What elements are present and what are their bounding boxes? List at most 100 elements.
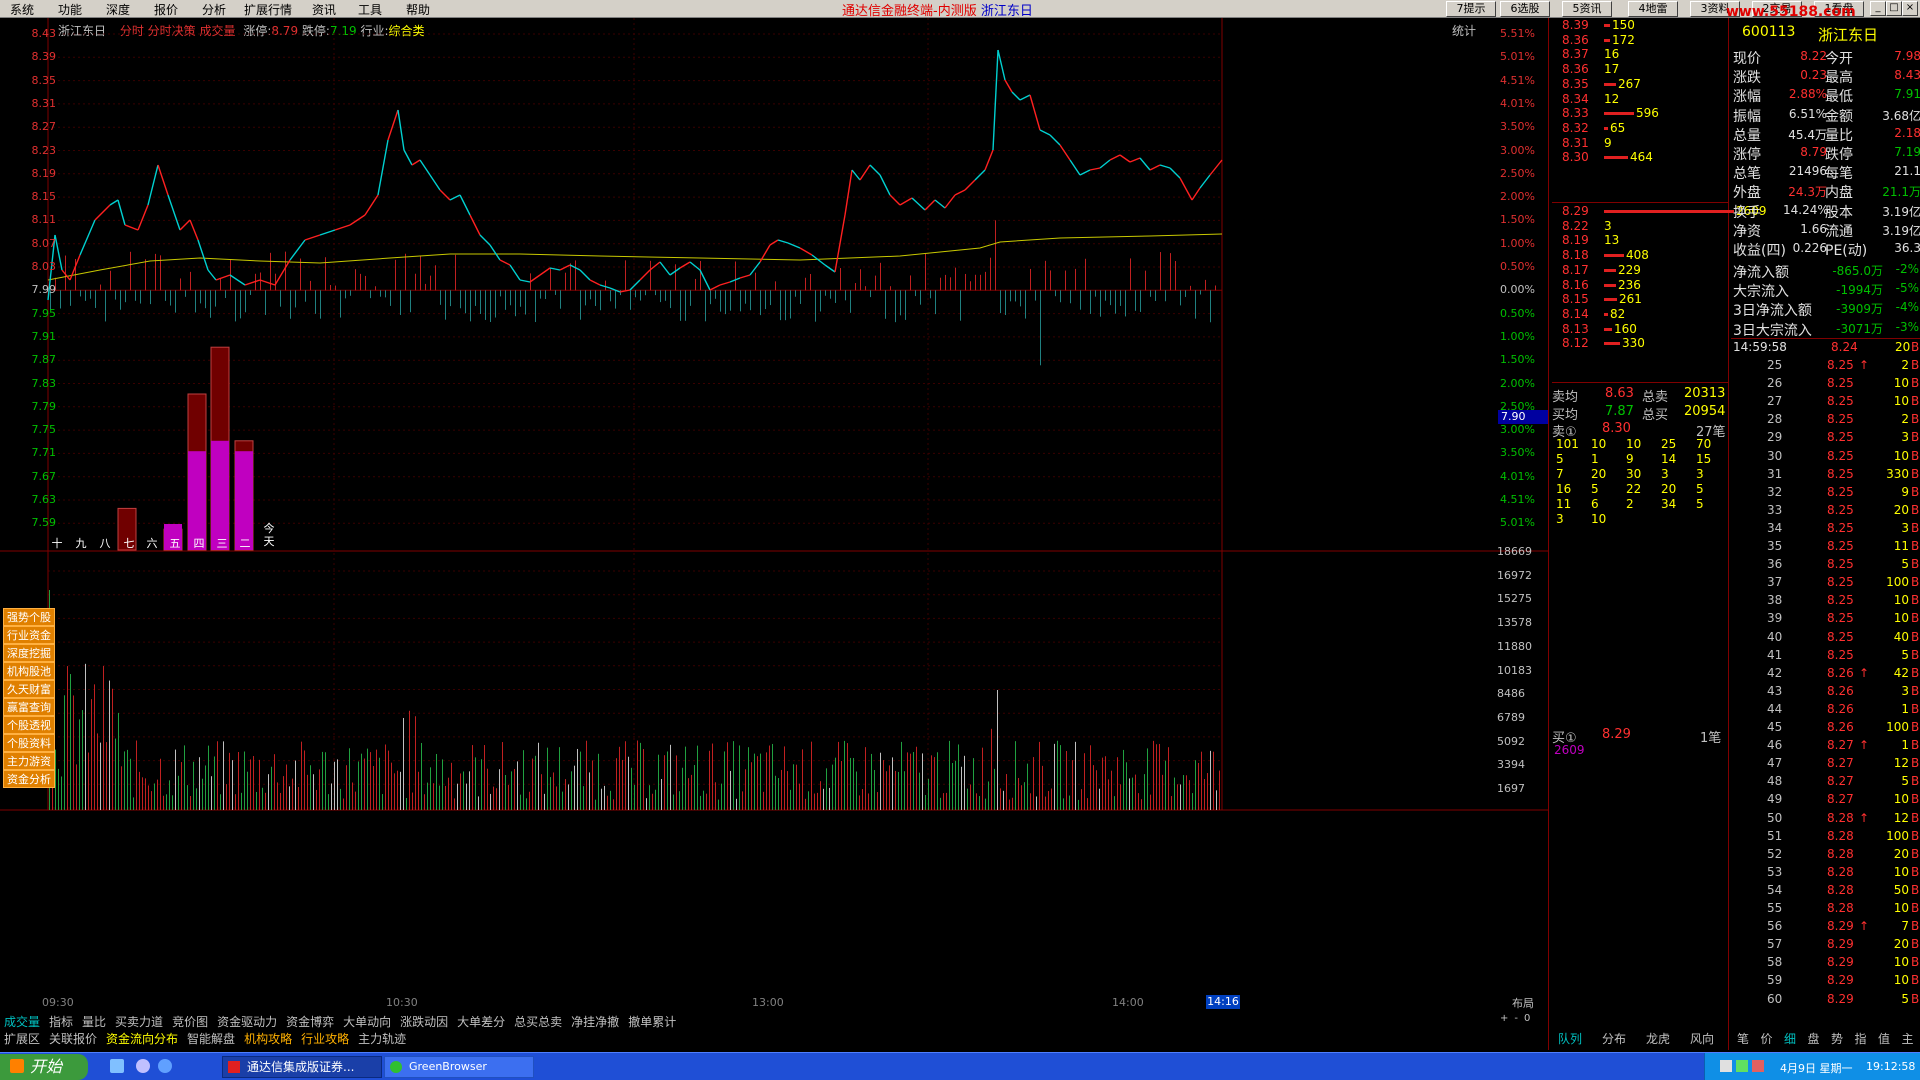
asks-row: 8.33 596 [1562, 106, 1659, 120]
tray-icon[interactable] [1736, 1060, 1748, 1072]
ratio-bar [895, 290, 896, 323]
volume-bar [334, 761, 335, 810]
indicator-tab-8[interactable]: 涨跌动因 [400, 1013, 448, 1030]
toolbar-select-button[interactable]: 6选股 [1500, 1, 1550, 17]
indicator-tab-12[interactable]: 撤单累计 [628, 1013, 676, 1030]
menu-help[interactable]: 帮助 [406, 1, 430, 18]
task-tdx[interactable]: 通达信集成版证券... [222, 1056, 382, 1078]
quote-tab-7[interactable]: 主 [1902, 1030, 1914, 1047]
toolbar-tip-button[interactable]: 7提示 [1446, 1, 1496, 17]
indicator-tab-6[interactable]: 资金博弈 [286, 1013, 334, 1030]
bids-row: 8.19 13 [1562, 233, 1619, 247]
quote-tab-3[interactable]: 盘 [1808, 1030, 1820, 1047]
menu-quote[interactable]: 报价 [154, 1, 178, 18]
browser-icon[interactable] [136, 1059, 150, 1073]
indicator-tab-4[interactable]: 竞价图 [172, 1013, 208, 1030]
quote-tab-2[interactable]: 细 [1784, 1030, 1796, 1047]
intraday-chart[interactable] [0, 18, 1550, 1018]
minimize-button[interactable]: _ [1870, 1, 1886, 16]
quote-cell: 总笔 [1733, 166, 1761, 183]
ratio-bar [605, 280, 606, 291]
volume-bar [667, 751, 668, 810]
price-segment [549, 267, 561, 271]
ratio-bar [495, 290, 496, 318]
queue-cell: 11 [1556, 497, 1572, 511]
extension-tab-6[interactable]: 主力轨迹 [358, 1030, 406, 1047]
side-button-5[interactable]: 赢富查询 [3, 698, 55, 716]
quote-tab-6[interactable]: 值 [1878, 1030, 1890, 1047]
tick-cell: 11 [1893, 539, 1909, 553]
side-button-7[interactable]: 个股资料 [3, 734, 55, 752]
task-greenbrowser[interactable]: GreenBrowser [384, 1056, 534, 1078]
menu-system[interactable]: 系统 [10, 1, 34, 18]
indicator-tab-1[interactable]: 指标 [49, 1013, 73, 1030]
tick-cell: B [1911, 973, 1920, 988]
order-book-tab-2[interactable]: 龙虎 [1646, 1030, 1670, 1047]
tray-icon[interactable] [1752, 1060, 1764, 1072]
extension-tab-1[interactable]: 关联报价 [49, 1030, 97, 1047]
side-button-8[interactable]: 主力游资 [3, 752, 55, 770]
volume-bar [427, 782, 428, 810]
tick-cell: B [1911, 448, 1920, 463]
indicator-tab-7[interactable]: 大单动向 [343, 1013, 391, 1030]
volume-bar [148, 785, 149, 810]
menu-info[interactable]: 资讯 [312, 1, 336, 18]
maximize-button[interactable]: □ [1886, 1, 1902, 16]
menu-tools[interactable]: 工具 [358, 1, 382, 18]
quote-cell: 2.18 [1894, 125, 1920, 140]
volume-bar [913, 752, 914, 810]
menu-depth[interactable]: 深度 [106, 1, 130, 18]
menu-function[interactable]: 功能 [58, 1, 82, 18]
indicator-tab-3[interactable]: 买卖力道 [115, 1013, 163, 1030]
ratio-bar [1045, 260, 1046, 291]
extension-tab-2[interactable]: 资金流向分布 [106, 1030, 178, 1047]
quote-tab-4[interactable]: 势 [1831, 1030, 1843, 1047]
ie-icon[interactable] [158, 1059, 172, 1073]
layout-button[interactable]: 布局 [1512, 995, 1534, 1011]
side-button-9[interactable]: 资金分析 [3, 770, 55, 788]
side-button-4[interactable]: 久天财富 [3, 680, 55, 698]
quote-tab-5[interactable]: 指 [1855, 1030, 1867, 1047]
price-segment [1099, 159, 1111, 169]
volume-bar [679, 791, 680, 810]
book-price: 8.30 [1562, 150, 1589, 165]
zoom-buttons[interactable]: +-0 [1500, 1013, 1536, 1024]
extension-tab-4[interactable]: 机构攻略 [244, 1030, 292, 1047]
ratio-bar [350, 290, 351, 296]
toolbar-mine-button[interactable]: 4地雷 [1628, 1, 1678, 17]
indicator-tab-11[interactable]: 净挂净撤 [571, 1013, 619, 1030]
side-button-1[interactable]: 行业资金 [3, 626, 55, 644]
volume-bar [559, 747, 560, 810]
menu-ext-market[interactable]: 扩展行情 [244, 1, 292, 18]
tray-icon[interactable] [1720, 1060, 1732, 1072]
extension-tab-0[interactable]: 扩展区 [4, 1030, 40, 1047]
desktop-icon[interactable] [110, 1059, 124, 1073]
toolbar-news-button[interactable]: 5资讯 [1562, 1, 1612, 17]
order-book-tab-3[interactable]: 风向 [1690, 1030, 1714, 1047]
ratio-bar [235, 290, 236, 322]
quote-tab-0[interactable]: 笔 [1737, 1030, 1749, 1047]
extension-tab-3[interactable]: 智能解盘 [187, 1030, 235, 1047]
indicator-tab-0[interactable]: 成交量 [4, 1013, 40, 1030]
tick-cell: 10 [1893, 448, 1909, 463]
side-button-0[interactable]: 强势个股 [3, 608, 55, 626]
side-button-6[interactable]: 个股透视 [3, 716, 55, 734]
queue-cell: 5 [1696, 497, 1704, 511]
ratio-bar [405, 253, 406, 291]
price-segment [992, 49, 999, 151]
side-button-3[interactable]: 机构股池 [3, 662, 55, 680]
close-button[interactable]: × [1902, 1, 1918, 16]
volume-bar [490, 793, 491, 810]
extension-tab-5[interactable]: 行业攻略 [301, 1030, 349, 1047]
indicator-tab-2[interactable]: 量比 [82, 1013, 106, 1030]
side-button-2[interactable]: 深度挖掘 [3, 644, 55, 662]
indicator-tab-10[interactable]: 总买总卖 [514, 1013, 562, 1030]
volume-bar [829, 787, 830, 810]
indicator-tab-5[interactable]: 资金驱动力 [217, 1013, 277, 1030]
quote-tab-1[interactable]: 价 [1761, 1030, 1773, 1047]
order-book-tab-0[interactable]: 队列 [1558, 1030, 1582, 1047]
menu-analysis[interactable]: 分析 [202, 1, 226, 18]
order-book-tab-1[interactable]: 分布 [1602, 1030, 1626, 1047]
volume-bar [775, 775, 776, 810]
indicator-tab-9[interactable]: 大单差分 [457, 1013, 505, 1030]
